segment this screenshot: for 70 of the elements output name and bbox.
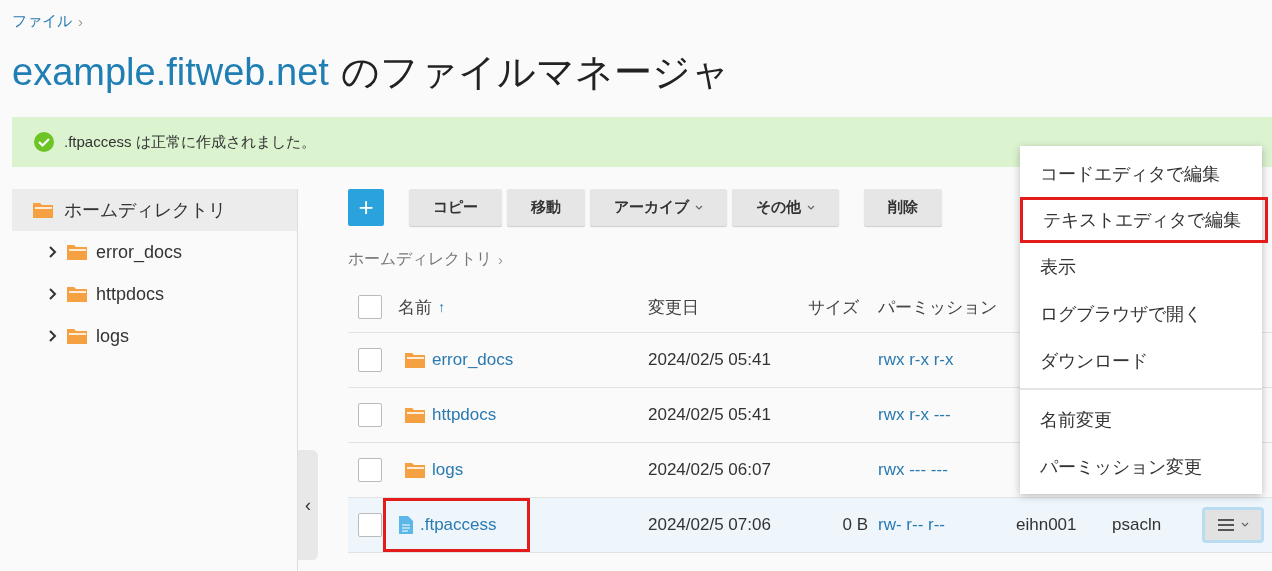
table-cell-text: 2024/02/5 06:07 xyxy=(648,460,772,480)
table-cell-text: 2024/02/5 05:41 xyxy=(648,405,772,425)
menu-item[interactable]: 名前変更 xyxy=(1020,396,1262,443)
folder-icon xyxy=(404,406,426,424)
column-header[interactable]: サイズ xyxy=(808,295,859,319)
row-checkbox[interactable] xyxy=(358,458,382,482)
caret-icon xyxy=(695,204,703,211)
permissions-link[interactable]: rwx --- --- xyxy=(878,460,1016,480)
toolbar-button[interactable]: 削除 xyxy=(864,189,942,226)
folder-icon xyxy=(66,327,88,345)
folder-icon xyxy=(32,201,54,219)
tree-label: ホームディレクトリ xyxy=(64,199,226,222)
path-separator: › xyxy=(498,250,503,268)
file-name-link[interactable]: error_docs xyxy=(398,350,520,370)
check-circle-icon xyxy=(34,132,54,152)
tree-label: logs xyxy=(96,325,130,347)
tree-item[interactable]: error_docs xyxy=(12,231,298,273)
row-checkbox[interactable] xyxy=(358,513,382,537)
folder-icon xyxy=(66,243,88,261)
table-cell-text: 0 B xyxy=(841,515,869,535)
breadcrumb-link[interactable]: ファイル xyxy=(12,11,72,31)
menu-item[interactable]: テキストエディタで編集 xyxy=(1020,197,1268,243)
path-link[interactable]: ホームディレクトリ xyxy=(348,248,492,270)
breadcrumb-separator: › xyxy=(78,12,83,30)
caret-icon xyxy=(1241,522,1249,528)
tree-item[interactable]: logs xyxy=(12,315,298,357)
file-name-link[interactable]: httpdocs xyxy=(398,405,503,425)
column-header[interactable]: 名前 xyxy=(398,295,432,319)
table-cell-text: psacln xyxy=(1112,515,1163,535)
file-name-link[interactable]: logs xyxy=(398,460,470,480)
table-cell-text: 2024/02/5 07:06 xyxy=(648,515,772,535)
table-row[interactable]: .ftpaccess 2024/02/5 07:06 0 B rw- r-- r-- eihn001 psacln xyxy=(348,498,1272,553)
page-title: のファイルマネージャ xyxy=(340,49,730,95)
chevron-right-icon[interactable] xyxy=(48,287,58,301)
folder-icon xyxy=(404,461,426,479)
table-cell-text: eihn001 xyxy=(1016,515,1078,535)
menu-item[interactable]: コードエディタで編集 xyxy=(1020,150,1262,197)
row-checkbox[interactable] xyxy=(358,403,382,427)
folder-icon xyxy=(66,285,88,303)
sort-arrow: ↑ xyxy=(438,299,445,315)
menu-icon xyxy=(1217,518,1235,532)
select-all-checkbox[interactable] xyxy=(358,295,382,319)
column-header[interactable]: パーミッション xyxy=(878,295,997,319)
file-name-link[interactable]: .ftpaccess xyxy=(386,501,527,549)
alert-message: .ftpaccess は正常に作成されました。 xyxy=(64,132,316,152)
menu-item[interactable]: ダウンロード xyxy=(1020,337,1262,384)
dropdown-button[interactable]: その他 xyxy=(732,189,839,226)
toolbar-button[interactable]: 移動 xyxy=(507,189,585,226)
collapse-sidebar-button[interactable]: ‹ xyxy=(298,450,318,560)
permissions-link[interactable]: rwx r-x r-x xyxy=(878,350,1016,370)
column-header[interactable]: 変更日 xyxy=(648,295,699,319)
row-actions-button[interactable] xyxy=(1202,507,1264,543)
tree-label: error_docs xyxy=(96,241,183,263)
document-icon xyxy=(398,515,414,535)
caret-icon xyxy=(807,204,815,211)
tree-item[interactable]: httpdocs xyxy=(12,273,298,315)
folder-icon xyxy=(404,351,426,369)
tree-root-item[interactable]: ホームディレクトリ xyxy=(12,189,298,231)
chevron-right-icon[interactable] xyxy=(48,245,58,259)
permissions-link[interactable]: rw- r-- r-- xyxy=(878,515,1016,535)
table-cell-text: 2024/02/5 05:41 xyxy=(648,350,772,370)
page-title-domain: example.fitweb.net xyxy=(12,50,329,94)
dropdown-button[interactable]: アーカイブ xyxy=(590,189,727,226)
row-checkbox[interactable] xyxy=(358,348,382,372)
tree-label: httpdocs xyxy=(96,283,165,305)
chevron-right-icon[interactable] xyxy=(48,329,58,343)
toolbar-button[interactable]: コピー xyxy=(409,189,502,226)
permissions-link[interactable]: rwx r-x --- xyxy=(878,405,1016,425)
menu-item[interactable]: パーミッション変更 xyxy=(1020,443,1262,490)
menu-item[interactable]: 表示 xyxy=(1020,243,1262,290)
